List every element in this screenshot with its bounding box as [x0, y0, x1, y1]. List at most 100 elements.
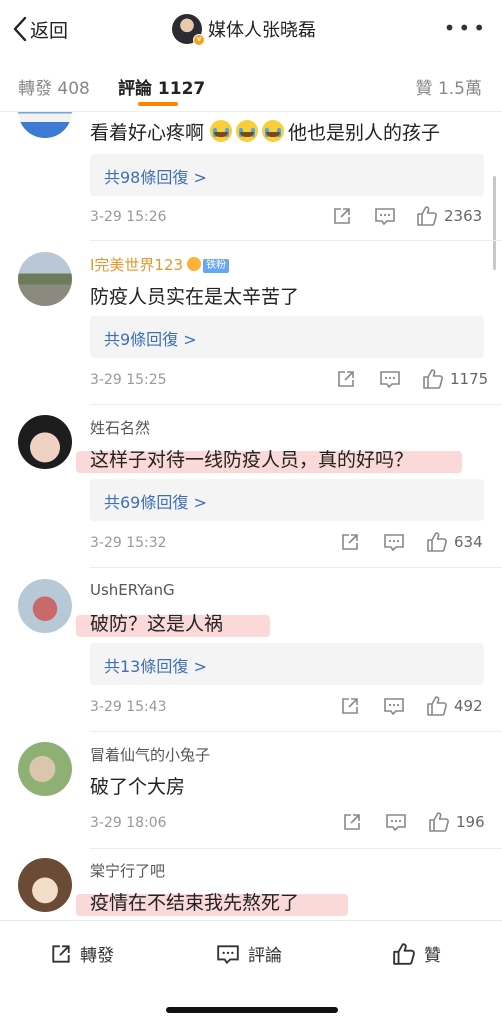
crying-emoji-icon — [262, 120, 285, 142]
comment-time: 3-29 15:43 — [90, 699, 167, 715]
like-button[interactable]: 贊 — [392, 941, 441, 966]
comment-time: 3-29 15:32 — [90, 535, 167, 551]
tab-repost[interactable]: 轉發 408 — [18, 74, 90, 99]
comment-icon — [384, 698, 404, 716]
like-comment-button[interactable]: 1175 — [422, 368, 488, 390]
top-bar: 返回 v 媒体人张晓磊 ••• — [0, 0, 502, 58]
username[interactable]: I完美世界123 铁粉 — [90, 254, 230, 275]
comment-text: 疫情在不结束我先熬死了 — [90, 892, 300, 914]
fan-badge: 铁粉 — [203, 259, 230, 273]
comment-text: 破防？这是人祸 — [90, 613, 224, 635]
repost-comment-button[interactable] — [340, 532, 360, 552]
thumbs-up-icon — [427, 696, 447, 716]
back-label: 返回 — [30, 19, 69, 42]
comment-time: 3-29 18:06 — [90, 815, 167, 831]
comment-text-part: 看着好心疼啊 — [90, 122, 211, 144]
comment-text: 看着好心疼啊 他也是别人的孩子 — [90, 118, 440, 145]
thumbs-up-icon — [427, 532, 447, 552]
share-icon — [334, 208, 350, 224]
like-count: 1175 — [450, 370, 489, 388]
share-icon — [344, 814, 360, 830]
avatar[interactable] — [18, 112, 72, 138]
repost-comment-button[interactable] — [342, 812, 362, 832]
like-count: 492 — [454, 697, 483, 715]
comment-icon — [217, 944, 239, 964]
tab-comments-count: 1127 — [157, 79, 206, 99]
like-label: 贊 — [424, 946, 441, 966]
more-button[interactable]: ••• — [444, 18, 488, 38]
comment-time: 3-29 15:25 — [90, 372, 167, 388]
username[interactable]: 棠宁行了吧 — [90, 860, 165, 881]
comment-label: 評論 — [248, 946, 282, 966]
avatar[interactable] — [18, 742, 72, 796]
replies-link[interactable]: 共69條回復 > — [90, 479, 484, 521]
tab-comments[interactable]: 評論 1127 — [118, 74, 205, 99]
divider — [90, 567, 502, 568]
tab-likes[interactable]: 贊 1.5萬 — [416, 74, 482, 99]
reply-comment-button[interactable] — [385, 812, 407, 832]
comment-text-part: 他也是别人的孩子 — [288, 122, 441, 144]
like-comment-button[interactable]: 492 — [426, 695, 483, 717]
tab-likes-label: 贊 — [415, 79, 433, 99]
divider — [90, 240, 502, 241]
comment-text: 这样子对待一线防疫人员，真的好吗？ — [90, 449, 414, 471]
replies-link[interactable]: 共98條回復 > — [90, 154, 484, 196]
like-count: 196 — [456, 813, 485, 831]
thumbs-up-icon — [429, 812, 449, 832]
replies-link[interactable]: 共9條回復 > — [90, 316, 484, 358]
bottom-action-bar: 轉發 評論 贊 — [0, 920, 502, 1024]
share-icon — [342, 698, 358, 714]
share-icon — [52, 944, 70, 963]
share-icon — [338, 371, 354, 387]
reply-comment-button[interactable] — [374, 206, 396, 226]
page-title: 媒体人张晓磊 — [208, 20, 316, 41]
thumbs-up-icon — [393, 942, 415, 965]
comment-icon — [386, 814, 406, 832]
divider — [90, 404, 502, 405]
tab-comments-label: 評論 — [118, 79, 152, 99]
fan-crown-icon — [187, 257, 202, 271]
verified-icon: v — [193, 34, 205, 46]
thumbs-up-icon — [423, 369, 443, 389]
divider — [90, 731, 502, 732]
reply-comment-button[interactable] — [383, 696, 405, 716]
thumbs-up-icon — [417, 206, 437, 226]
reply-comment-button[interactable] — [383, 532, 405, 552]
comment-icon — [375, 208, 395, 226]
crying-emoji-icon — [236, 120, 259, 142]
comment-text: 破了个大房 — [90, 776, 186, 798]
comment-button[interactable]: 評論 — [216, 941, 282, 966]
home-indicator[interactable] — [166, 1007, 338, 1013]
username[interactable]: 姓石名然 — [90, 417, 150, 438]
avatar[interactable] — [18, 252, 72, 306]
repost-button[interactable]: 轉發 — [50, 941, 114, 966]
comment-feed: 看着好心疼啊 他也是别人的孩子 共98條回復 > 3-29 15:26 2363… — [0, 112, 502, 920]
replies-link[interactable]: 共13條回復 > — [90, 643, 484, 685]
tab-likes-count: 1.5萬 — [437, 79, 482, 99]
tab-repost-label: 轉發 — [18, 79, 52, 99]
title-area[interactable]: v 媒体人张晓磊 — [172, 12, 316, 46]
crying-emoji-icon — [210, 120, 233, 142]
back-button[interactable]: 返回 — [12, 14, 68, 44]
replies-label: 共69條回復 > — [104, 493, 207, 512]
like-comment-button[interactable]: 634 — [426, 531, 483, 553]
username[interactable]: UshERYanG — [90, 581, 175, 599]
username[interactable]: 冒着仙气的小兔子 — [90, 744, 210, 765]
avatar[interactable] — [18, 858, 72, 912]
avatar[interactable] — [18, 415, 72, 469]
divider — [90, 848, 502, 849]
repost-comment-button[interactable] — [336, 369, 356, 389]
repost-comment-button[interactable] — [340, 696, 360, 716]
repost-label: 轉發 — [80, 946, 114, 966]
comment-icon — [384, 534, 404, 552]
comment-icon — [380, 371, 400, 389]
comment-time: 3-29 15:26 — [90, 209, 167, 225]
tab-bar: 轉發 408 評論 1127 贊 1.5萬 — [0, 58, 502, 112]
reply-comment-button[interactable] — [379, 369, 401, 389]
like-comment-button[interactable]: 196 — [428, 811, 485, 833]
avatar[interactable] — [18, 579, 72, 633]
like-comment-button[interactable]: 2363 — [416, 205, 482, 227]
repost-comment-button[interactable] — [332, 206, 352, 226]
active-tab-indicator — [138, 102, 178, 106]
replies-label: 共13條回復 > — [104, 657, 207, 676]
